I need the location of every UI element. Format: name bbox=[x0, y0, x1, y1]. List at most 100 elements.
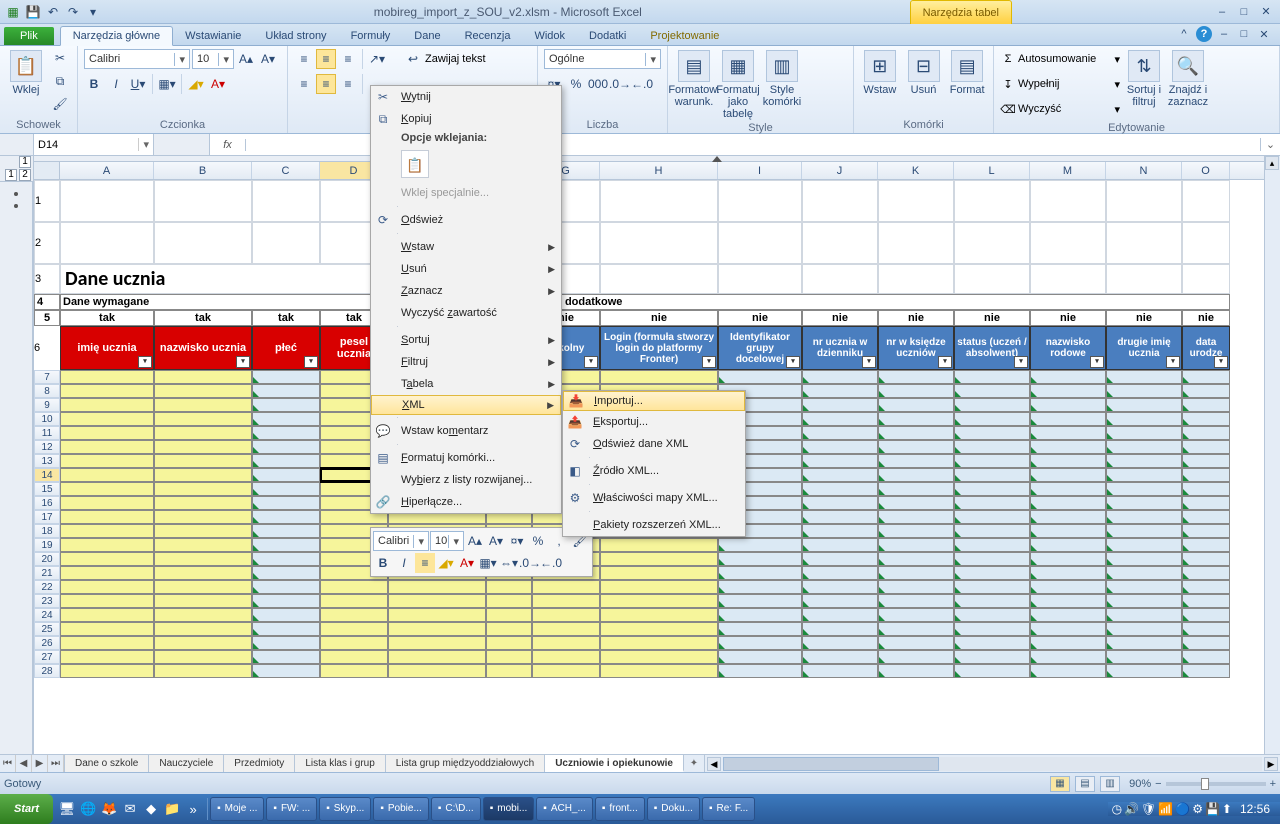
taskbar-task[interactable]: ▪ACH_... bbox=[536, 797, 593, 821]
mini-fontcolor-icon[interactable]: A▾ bbox=[457, 553, 477, 573]
row-header-20[interactable]: 20 bbox=[34, 552, 60, 566]
sheet-tab[interactable]: Lista grup międzyoddziałowych bbox=[386, 755, 545, 772]
mini-decdec-icon[interactable]: ←.0 bbox=[541, 553, 561, 573]
border-icon[interactable]: ▦▾ bbox=[157, 74, 177, 94]
outline-col-1[interactable]: 1 bbox=[19, 156, 31, 168]
filter-button[interactable]: ▾ bbox=[584, 356, 598, 368]
sheet-nav-prev-icon[interactable]: ◀ bbox=[16, 755, 32, 772]
sheet-nav-first-icon[interactable]: ⏮ bbox=[0, 755, 16, 772]
name-box[interactable]: D14▾ bbox=[34, 134, 154, 155]
row-header-26[interactable]: 26 bbox=[34, 636, 60, 650]
scroll-left-icon[interactable]: ◀ bbox=[707, 757, 721, 771]
tab-view[interactable]: Widok bbox=[522, 27, 577, 45]
row-header-13[interactable]: 13 bbox=[34, 454, 60, 468]
mini-grow-icon[interactable]: A▴ bbox=[465, 531, 485, 551]
filter-button[interactable]: ▾ bbox=[786, 356, 800, 368]
font-size-combo[interactable]: 10▾ bbox=[192, 49, 234, 69]
row-header-28[interactable]: 28 bbox=[34, 664, 60, 678]
sheet-nav-next-icon[interactable]: ▶ bbox=[32, 755, 48, 772]
tab-formulas[interactable]: Formuły bbox=[339, 27, 403, 45]
row-header-16[interactable]: 16 bbox=[34, 496, 60, 510]
number-format-combo[interactable]: Ogólne▾ bbox=[544, 49, 661, 69]
filter-button[interactable]: ▾ bbox=[1166, 356, 1180, 368]
row-header-19[interactable]: 19 bbox=[34, 538, 60, 552]
row-header-8[interactable]: 8 bbox=[34, 384, 60, 398]
view-page-layout-icon[interactable]: ▤ bbox=[1075, 776, 1095, 792]
tray-icon[interactable]: 🛡 bbox=[1141, 802, 1156, 816]
wrap-text-icon[interactable]: ↩ bbox=[403, 49, 423, 69]
ctx-hyperlink[interactable]: 🔗Hiperłącze... bbox=[371, 491, 561, 513]
cell-styles-button[interactable]: ▥Style komórki bbox=[762, 48, 802, 108]
ql-mail-icon[interactable]: ✉ bbox=[120, 798, 140, 820]
tray-icon[interactable]: ⬆ bbox=[1222, 802, 1232, 816]
filter-button[interactable]: ▾ bbox=[702, 356, 716, 368]
format-painter-icon[interactable]: 🖌 bbox=[50, 94, 70, 114]
tray-icon[interactable]: ⚙ bbox=[1192, 802, 1203, 816]
tab-design[interactable]: Projektowanie bbox=[638, 27, 731, 45]
qat-dropdown-icon[interactable]: ▾ bbox=[84, 3, 102, 21]
row-header-9[interactable]: 9 bbox=[34, 398, 60, 412]
mini-bold-icon[interactable]: B bbox=[373, 553, 393, 573]
redo-icon[interactable]: ↷ bbox=[64, 3, 82, 21]
row-header-5[interactable]: 5 bbox=[34, 310, 60, 326]
tab-data[interactable]: Dane bbox=[402, 27, 452, 45]
taskbar-task[interactable]: ▪Re: F... bbox=[702, 797, 755, 821]
xml-refresh[interactable]: ⟳Odśwież dane XML bbox=[563, 433, 745, 455]
mini-incdec-icon[interactable]: .0→ bbox=[520, 553, 540, 573]
filter-button[interactable]: ▾ bbox=[862, 356, 876, 368]
fill-color-icon[interactable]: ◢▾ bbox=[186, 74, 206, 94]
mini-italic-icon[interactable]: I bbox=[394, 553, 414, 573]
workbook-close-icon[interactable]: ✕ bbox=[1256, 26, 1272, 42]
mini-percent-icon[interactable]: % bbox=[528, 531, 548, 551]
paste-option-button[interactable]: 📋 bbox=[401, 150, 429, 178]
sheet-tab[interactable]: Przedmioty bbox=[224, 755, 295, 772]
row-header-18[interactable]: 18 bbox=[34, 524, 60, 538]
vertical-scrollbar[interactable]: ▴ bbox=[1264, 156, 1280, 754]
tab-layout[interactable]: Układ strony bbox=[253, 27, 338, 45]
filter-button[interactable]: ▾ bbox=[138, 356, 152, 368]
mini-merge-icon[interactable]: ⇔▾ bbox=[499, 553, 519, 573]
mini-font-combo[interactable]: Calibri▾ bbox=[373, 531, 429, 551]
zoom-slider[interactable] bbox=[1166, 782, 1266, 786]
ctx-cut[interactable]: ✂Wytnij bbox=[371, 86, 561, 108]
ctx-insert[interactable]: Wstaw▶ bbox=[371, 236, 561, 258]
workbook-restore-icon[interactable]: □ bbox=[1236, 26, 1252, 42]
mini-accounting-icon[interactable]: ¤▾ bbox=[507, 531, 527, 551]
xml-source[interactable]: ◧Źródło XML... bbox=[563, 460, 745, 482]
mini-fill-icon[interactable]: ◢▾ bbox=[436, 553, 456, 573]
column-header-N[interactable]: N bbox=[1106, 162, 1182, 179]
ql-ie-icon[interactable]: 🌐 bbox=[78, 798, 98, 820]
ctx-pick-list[interactable]: Wybierz z listy rozwijanej... bbox=[371, 469, 561, 491]
scroll-right-icon[interactable]: ▶ bbox=[1264, 757, 1278, 771]
fill-button[interactable]: Wypełnij bbox=[1018, 78, 1059, 90]
column-header-A[interactable]: A bbox=[60, 162, 154, 179]
sheet-tab[interactable]: Lista klas i grup bbox=[295, 755, 385, 772]
column-header-L[interactable]: L bbox=[954, 162, 1030, 179]
sheet-nav-last-icon[interactable]: ⏭ bbox=[48, 755, 64, 772]
taskbar-task[interactable]: ▪Skyp... bbox=[319, 797, 371, 821]
mini-center-icon[interactable]: ≡ bbox=[415, 553, 435, 573]
ctx-copy[interactable]: ⧉Kopiuj bbox=[371, 108, 561, 130]
row-header-17[interactable]: 17 bbox=[34, 510, 60, 524]
clear-icon[interactable]: ⌫ bbox=[1000, 103, 1016, 116]
ctx-delete[interactable]: Usuń▶ bbox=[371, 258, 561, 280]
column-header-H[interactable]: H bbox=[600, 162, 718, 179]
conditional-format-button[interactable]: ▤Formatow. warunk. bbox=[674, 48, 714, 108]
ql-more-icon[interactable]: » bbox=[183, 798, 203, 820]
column-header-J[interactable]: J bbox=[802, 162, 878, 179]
row-header-10[interactable]: 10 bbox=[34, 412, 60, 426]
minimize-icon[interactable]: – bbox=[1212, 4, 1232, 20]
zoom-out-icon[interactable]: − bbox=[1155, 778, 1161, 790]
tab-review[interactable]: Recenzja bbox=[453, 27, 523, 45]
ql-folder-icon[interactable]: 📁 bbox=[162, 798, 182, 820]
tray-icon[interactable]: 📶 bbox=[1158, 802, 1173, 816]
start-button[interactable]: Start bbox=[0, 794, 53, 824]
outline-row-1[interactable]: 1 bbox=[5, 169, 17, 181]
filter-button[interactable]: ▾ bbox=[1214, 356, 1228, 368]
taskbar-task[interactable]: ▪Pobie... bbox=[373, 797, 428, 821]
new-sheet-icon[interactable]: ✦ bbox=[684, 755, 704, 772]
workbook-minimize-icon[interactable]: – bbox=[1216, 26, 1232, 42]
column-header-B[interactable]: B bbox=[154, 162, 252, 179]
ctx-paste-special[interactable]: Wklej specjalnie... bbox=[371, 182, 561, 204]
row-header-6[interactable]: 6 bbox=[34, 326, 60, 370]
